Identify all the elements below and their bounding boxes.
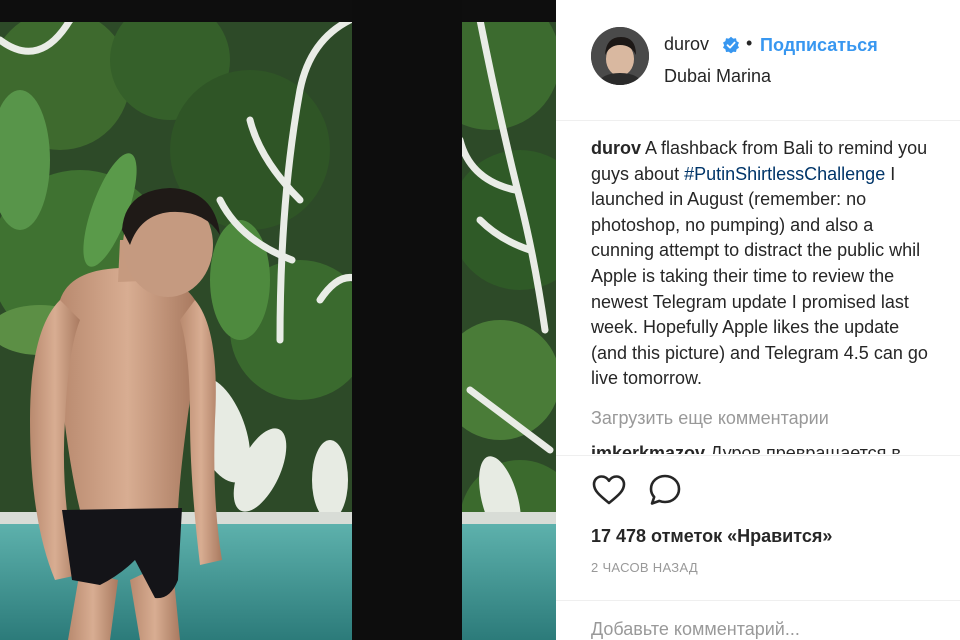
- caption-line: durov A flashback from Bali to remind yo…: [591, 136, 960, 162]
- caption-line: live tomorrow.: [591, 368, 703, 389]
- location-link[interactable]: Dubai Marina: [664, 66, 771, 87]
- caption-text: A flashback from Bali to remind you: [641, 138, 928, 158]
- comment-input[interactable]: [591, 619, 951, 640]
- caption-line: photoshop, no pumping) and also a: [591, 214, 874, 235]
- add-comment-row: [556, 600, 960, 640]
- caption-line: week. Hopefully Apple likes the update: [591, 317, 900, 338]
- caption-line: launched in August (remember: no: [591, 189, 867, 210]
- post-photo-illustration: [0, 0, 556, 640]
- hashtag-link[interactable]: #PutinShirtlessChallenge: [684, 164, 885, 184]
- post-header: durov • Подписаться Dubai Marina: [556, 0, 960, 121]
- follow-button[interactable]: Подписаться: [760, 35, 878, 56]
- caption-username[interactable]: durov: [591, 138, 641, 158]
- avatar[interactable]: [591, 27, 649, 85]
- verified-badge-icon: [723, 36, 739, 54]
- post-photo[interactable]: [0, 0, 556, 640]
- caption-line: guys about #PutinShirtlessChallenge I: [591, 162, 960, 188]
- comment-item: imkerkmazov Дуров превращается в: [591, 438, 960, 454]
- separator-dot: •: [746, 33, 753, 53]
- caption-line: (and this picture) and Telegram 4.5 can …: [591, 342, 928, 363]
- caption-line: Apple is taking their time to review the: [591, 265, 895, 286]
- avatar-image: [591, 27, 649, 85]
- post-actions: 17 478 отметок «Нравится» 2 ЧАСОВ НАЗАД: [556, 455, 960, 640]
- caption-text: I: [885, 163, 896, 184]
- username-link[interactable]: durov: [664, 34, 709, 55]
- caption-line: newest Telegram update I promised last: [591, 291, 909, 312]
- post-timestamp[interactable]: 2 ЧАСОВ НАЗАД: [591, 560, 698, 575]
- likes-count[interactable]: 17 478 отметок «Нравится»: [591, 526, 832, 547]
- post-caption: durov A flashback from Bali to remind yo…: [591, 136, 960, 392]
- caption-text: guys about: [591, 163, 685, 184]
- caption-line: cunning attempt to distract the public w…: [591, 240, 921, 261]
- comment-username[interactable]: imkerkmazov: [591, 443, 705, 454]
- load-more-comments-button[interactable]: Загрузить еще комментарии: [591, 408, 829, 429]
- heart-outline-icon[interactable]: [591, 472, 627, 508]
- comment-text: Дуров превращается в: [705, 443, 901, 454]
- speech-bubble-icon[interactable]: [647, 472, 683, 508]
- post-side-panel: durov • Подписаться Dubai Marina durov A…: [556, 0, 960, 640]
